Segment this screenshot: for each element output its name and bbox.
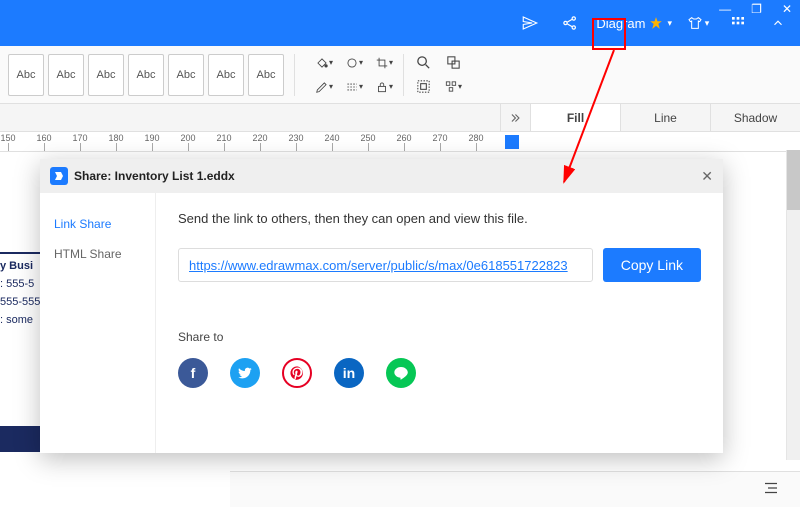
text-style-option[interactable]: Abc bbox=[248, 54, 284, 96]
text-style-option[interactable]: Abc bbox=[168, 54, 204, 96]
ribbon-toolbar: Abc Abc Abc Abc Abc Abc Abc ▾ ▾ ▾ ▾ ▾ ▾ … bbox=[0, 46, 800, 104]
replace-icon[interactable] bbox=[444, 54, 462, 72]
text-style-option[interactable]: Abc bbox=[208, 54, 244, 96]
canvas-area: y Busi : 555-5 555-555 : some Share: Inv… bbox=[0, 152, 800, 507]
sidebar-item-link-share[interactable]: Link Share bbox=[48, 209, 147, 239]
premium-icon bbox=[649, 16, 663, 30]
panel-tabs: Fill Line Shadow bbox=[0, 104, 800, 132]
maximize-button[interactable]: ❐ bbox=[751, 2, 762, 16]
copy-link-button[interactable]: Copy Link bbox=[603, 248, 701, 282]
status-bar bbox=[230, 471, 800, 507]
tab-line[interactable]: Line bbox=[620, 104, 710, 131]
document-preview-strip: y Busi : 555-5 555-555 : some bbox=[0, 252, 40, 452]
minimize-button[interactable]: — bbox=[719, 2, 731, 16]
search-icon[interactable] bbox=[414, 54, 432, 72]
line-icon[interactable] bbox=[386, 358, 416, 388]
vertical-scrollbar[interactable] bbox=[786, 150, 800, 460]
tab-shadow[interactable]: Shadow bbox=[710, 104, 800, 131]
send-icon[interactable] bbox=[516, 9, 544, 37]
annotation-highlight-box bbox=[592, 18, 626, 50]
pen-icon[interactable]: ▾ bbox=[315, 78, 333, 96]
share-link-field[interactable]: https://www.edrawmax.com/server/public/s… bbox=[178, 248, 593, 282]
align-icon[interactable] bbox=[762, 479, 780, 500]
doc-title-fragment: y Busi bbox=[0, 252, 40, 272]
sidebar-item-html-share[interactable]: HTML Share bbox=[48, 239, 147, 269]
doc-line: 555-555 bbox=[0, 296, 40, 308]
social-icons-row: f in bbox=[178, 358, 701, 388]
facebook-icon[interactable]: f bbox=[178, 358, 208, 388]
share-icon[interactable] bbox=[556, 9, 584, 37]
horizontal-ruler: 1501601701801902002102202302402502602702… bbox=[0, 132, 800, 152]
share-description: Send the link to others, then they can o… bbox=[178, 211, 701, 226]
dialog-sidebar: Link Share HTML Share bbox=[40, 193, 156, 453]
text-style-group: Abc Abc Abc Abc Abc Abc Abc bbox=[8, 54, 284, 96]
ruler-marker[interactable] bbox=[505, 135, 519, 149]
app-logo-icon bbox=[50, 167, 68, 185]
text-style-option[interactable]: Abc bbox=[48, 54, 84, 96]
doc-line: : some bbox=[0, 314, 40, 326]
share-link-url[interactable]: https://www.edrawmax.com/server/public/s… bbox=[189, 258, 568, 273]
shape-icon[interactable]: ▾ bbox=[345, 54, 363, 72]
chevron-down-icon: ▾ bbox=[667, 18, 672, 29]
lock-icon[interactable]: ▾ bbox=[375, 78, 393, 96]
text-style-option[interactable]: Abc bbox=[8, 54, 44, 96]
doc-line: : 555-5 bbox=[0, 278, 40, 290]
dialog-close-button[interactable]: ✕ bbox=[701, 168, 713, 185]
window-controls: — ❐ ✕ bbox=[719, 2, 792, 16]
text-style-option[interactable]: Abc bbox=[88, 54, 124, 96]
share-dialog: Share: Inventory List 1.eddx ✕ Link Shar… bbox=[40, 159, 723, 453]
scrollbar-thumb[interactable] bbox=[787, 150, 800, 210]
crop-icon[interactable]: ▾ bbox=[375, 54, 393, 72]
dialog-header: Share: Inventory List 1.eddx ✕ bbox=[40, 159, 723, 193]
twitter-icon[interactable] bbox=[230, 358, 260, 388]
text-style-option[interactable]: Abc bbox=[128, 54, 164, 96]
close-window-button[interactable]: ✕ bbox=[782, 2, 792, 16]
pinterest-icon[interactable] bbox=[282, 358, 312, 388]
dialog-title: Share: Inventory List 1.eddx bbox=[74, 169, 235, 183]
doc-header-bar bbox=[0, 426, 40, 452]
linkedin-icon[interactable]: in bbox=[334, 358, 364, 388]
panel-collapse-handle[interactable] bbox=[500, 104, 530, 131]
fill-bucket-icon[interactable]: ▾ bbox=[315, 54, 333, 72]
tab-fill[interactable]: Fill bbox=[530, 104, 620, 131]
dialog-main: Send the link to others, then they can o… bbox=[156, 193, 723, 453]
line-style-icon[interactable]: ▾ bbox=[345, 78, 363, 96]
select-all-icon[interactable] bbox=[414, 78, 432, 96]
tshirt-icon[interactable]: ▾ bbox=[684, 9, 712, 37]
title-bar: Diagram ▾ ▾ bbox=[0, 0, 800, 46]
share-to-label: Share to bbox=[178, 330, 701, 344]
components-icon[interactable]: ▾ bbox=[444, 78, 462, 96]
